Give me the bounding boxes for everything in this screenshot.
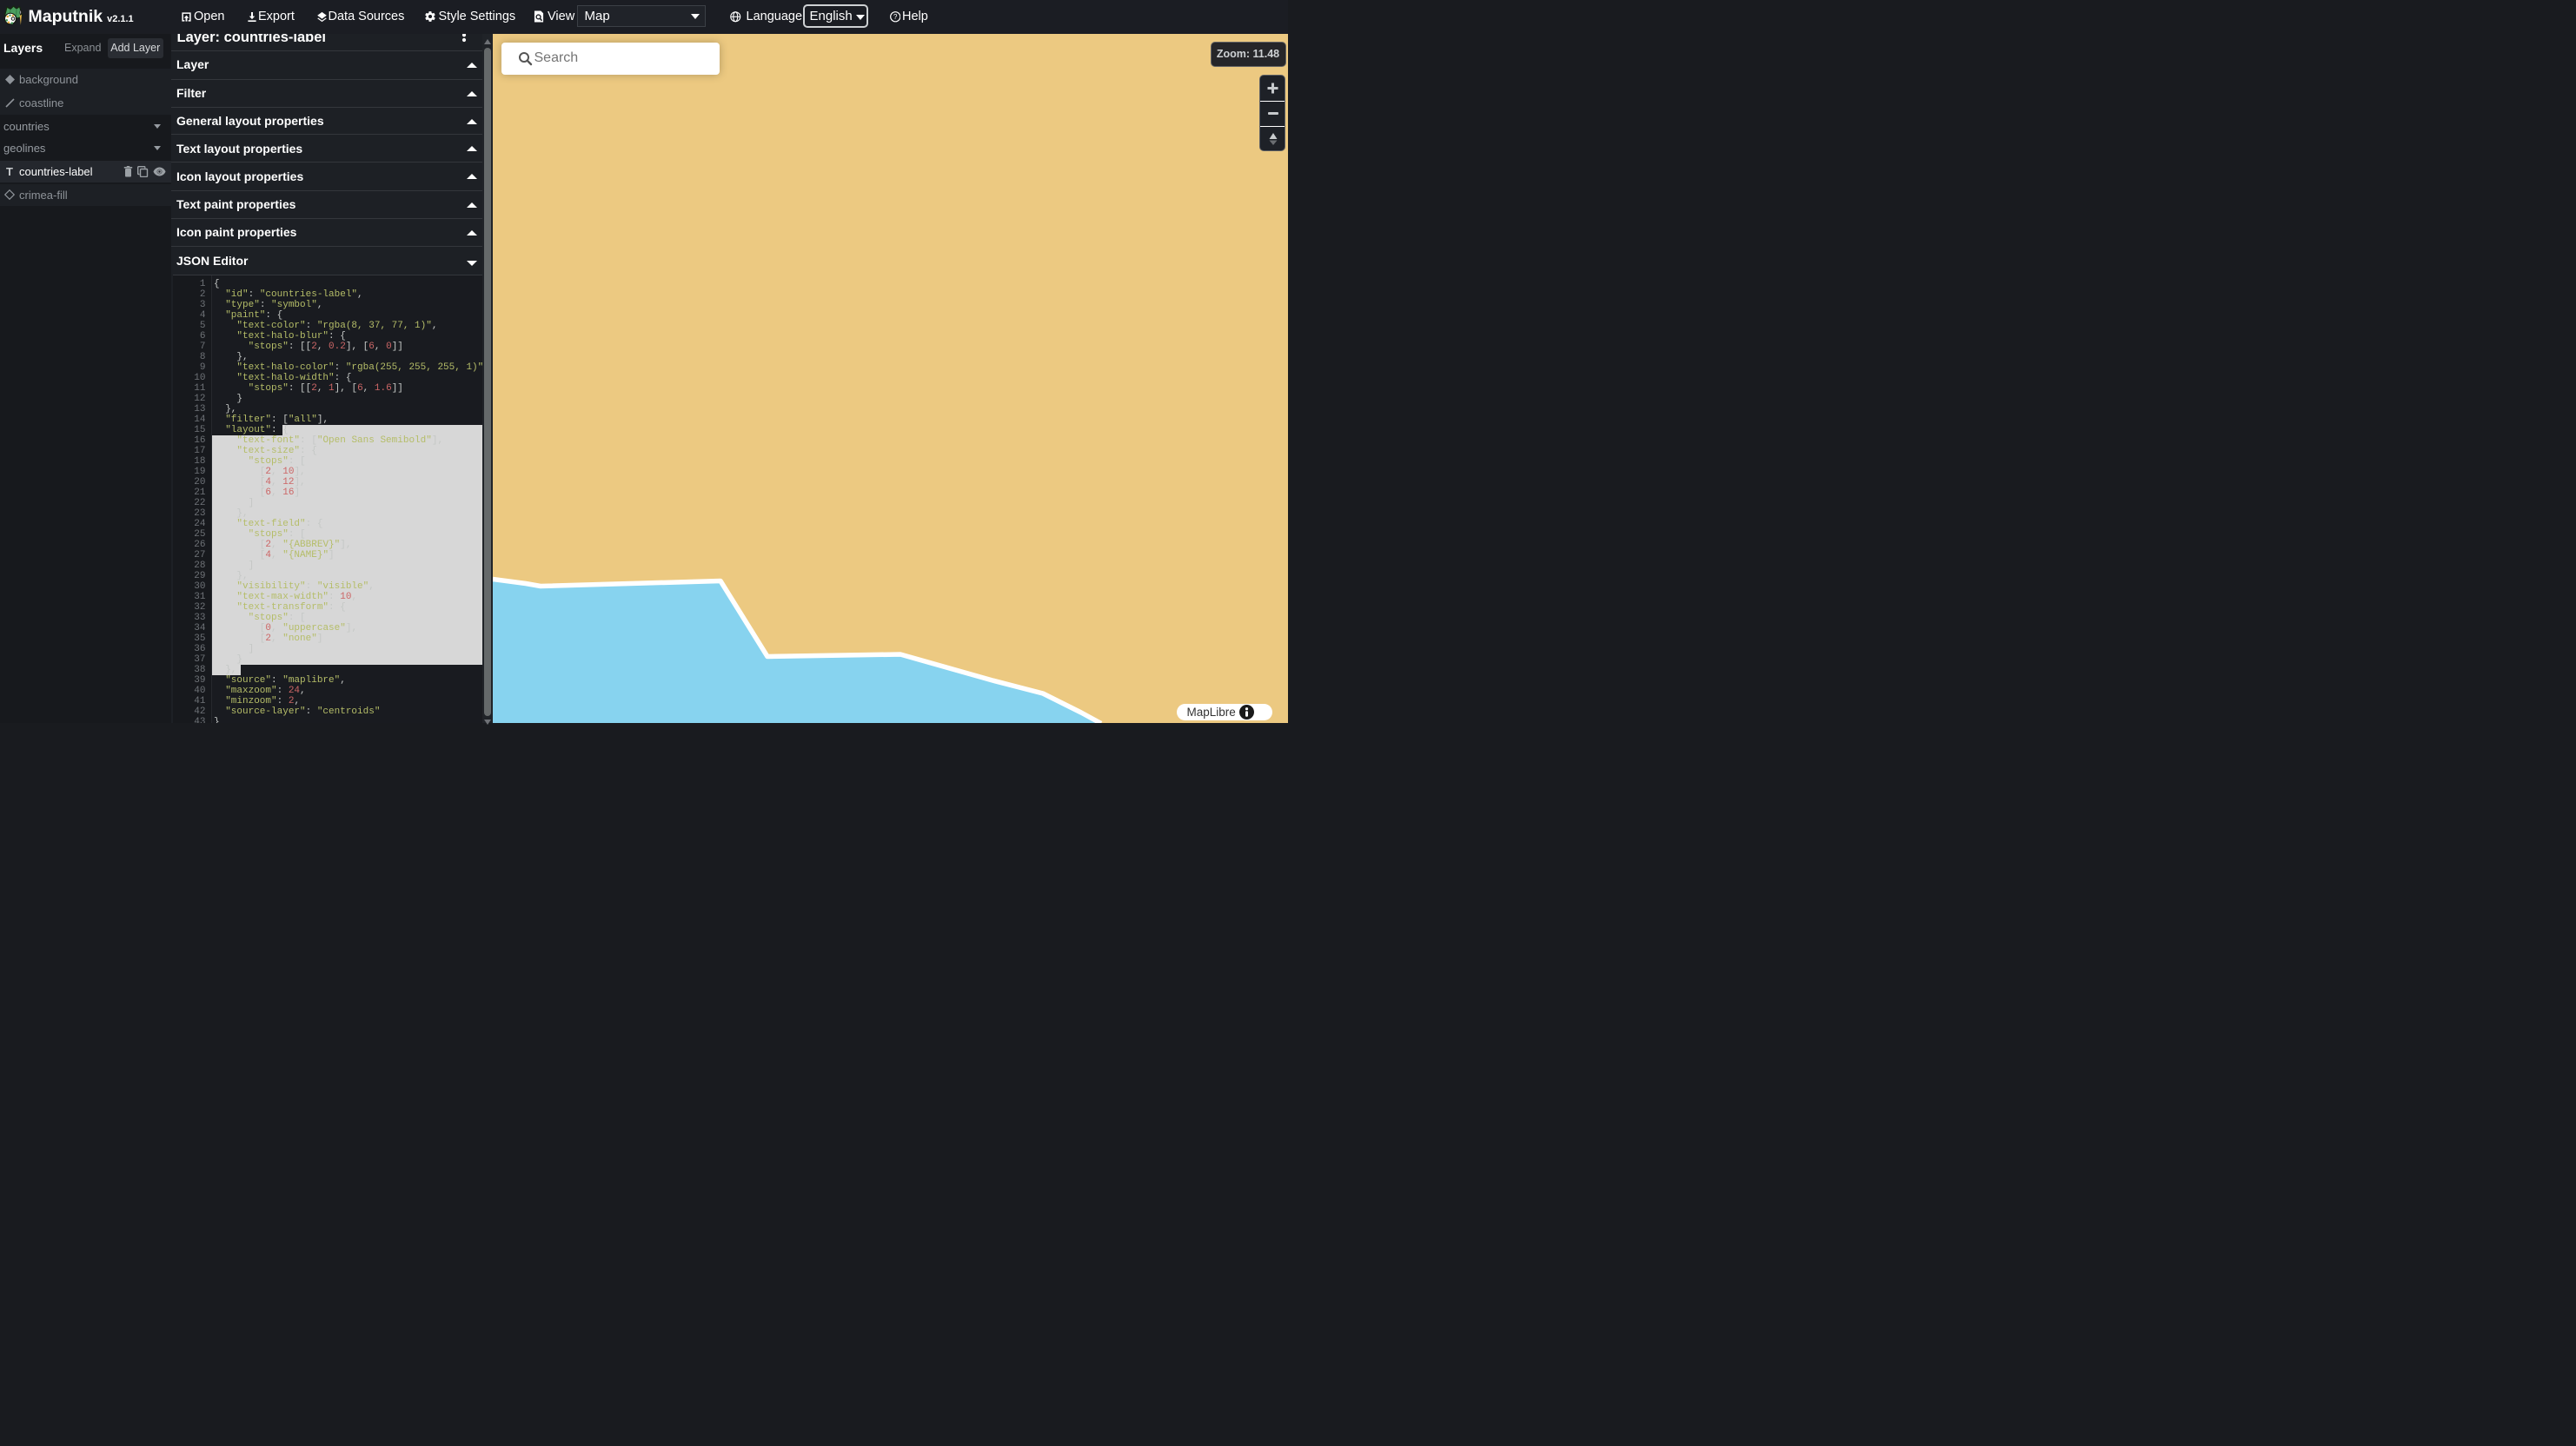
svg-text:?: ? bbox=[893, 13, 898, 21]
